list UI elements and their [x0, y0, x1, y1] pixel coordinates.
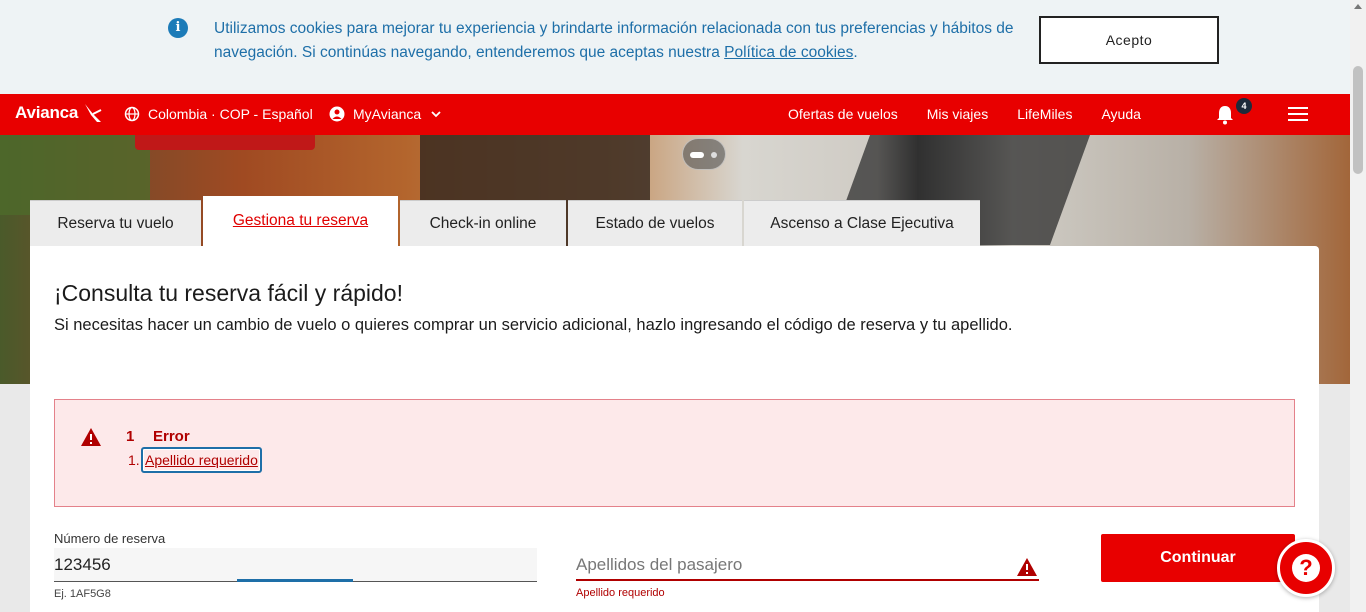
tab-check-in-online[interactable]: Check-in online [400, 200, 566, 246]
error-item-number: 1. [128, 452, 140, 468]
scroll-thumb[interactable] [1353, 66, 1363, 174]
user-icon [329, 106, 345, 122]
main-nav-links: Ofertas de vuelos Mis viajes LifeMiles A… [788, 106, 1170, 122]
myavianca-label: MyAvianca [353, 106, 422, 122]
cookie-banner: i Utilizamos cookies para mejorar tu exp… [0, 0, 1350, 94]
lastname-error: Apellido requerido [576, 587, 665, 599]
carousel-indicator[interactable] [682, 138, 726, 170]
locale-selector[interactable]: Colombia · COP - Español [124, 106, 313, 122]
locale-label: Colombia · COP - Español [148, 106, 313, 122]
nav-ayuda[interactable]: Ayuda [1101, 106, 1140, 122]
page-scrollbar[interactable] [1350, 0, 1366, 612]
lastname-input[interactable] [576, 551, 1039, 581]
globe-icon [124, 106, 140, 122]
bird-logo-icon [85, 104, 102, 122]
carousel-dot[interactable] [711, 152, 717, 158]
page-title: ¡Consulta tu reserva fácil y rápido! [54, 280, 403, 306]
cookie-message: Utilizamos cookies para mejorar tu exper… [214, 20, 1014, 61]
continue-button[interactable]: Continuar [1101, 534, 1295, 582]
bell-icon[interactable] [1215, 104, 1235, 125]
hamburger-menu-icon[interactable] [1288, 107, 1308, 121]
tab-estado-de-vuelos[interactable]: Estado de vuelos [568, 200, 742, 246]
error-summary: 1 Error 1. Apellido requerido [54, 399, 1295, 507]
top-nav: Avianca Colombia · COP - Español MyAvian… [0, 94, 1350, 135]
help-button[interactable]: ? [1277, 539, 1335, 597]
nav-mis-viajes[interactable]: Mis viajes [927, 106, 988, 122]
error-heading: Error [153, 428, 190, 445]
nav-ofertas-de-vuelos[interactable]: Ofertas de vuelos [788, 106, 898, 122]
question-icon: ? [1292, 554, 1320, 582]
accept-cookies-button[interactable]: Acepto [1039, 16, 1219, 64]
page-subtitle: Si necesitas hacer un cambio de vuelo o … [54, 316, 1013, 334]
field-warning-icon [1017, 558, 1037, 576]
notification-badge: 4 [1236, 98, 1252, 114]
cookie-policy-link[interactable]: Política de cookies [724, 44, 853, 61]
warning-icon [81, 428, 101, 446]
input-focus-indicator [237, 579, 353, 582]
reservation-number-input[interactable] [54, 548, 537, 582]
tab-reserva-tu-vuelo[interactable]: Reserva tu vuelo [30, 200, 201, 246]
tab-gestiona-tu-reserva[interactable]: Gestiona tu reserva [203, 196, 398, 246]
nav-lifemiles[interactable]: LifeMiles [1017, 106, 1072, 122]
scroll-up-icon[interactable] [1354, 4, 1362, 9]
reservation-number-label: Número de reserva [54, 531, 166, 546]
error-count: 1 [126, 428, 135, 445]
chevron-down-icon [431, 110, 441, 117]
booking-tabs: Reserva tu vuelo Gestiona tu reserva Che… [30, 196, 982, 246]
manage-booking-card: ¡Consulta tu reserva fácil y rápido! Si … [30, 246, 1319, 612]
info-icon: i [168, 18, 188, 38]
reservation-hint: Ej. 1AF5G8 [54, 588, 111, 600]
avianca-logo[interactable]: Avianca [15, 103, 78, 123]
carousel-dot-active[interactable] [690, 152, 704, 158]
error-link-apellido[interactable]: Apellido requerido [141, 447, 262, 473]
tab-ascenso-clase-ejecutiva[interactable]: Ascenso a Clase Ejecutiva [744, 200, 980, 246]
myavianca-menu[interactable]: MyAvianca [329, 106, 449, 122]
